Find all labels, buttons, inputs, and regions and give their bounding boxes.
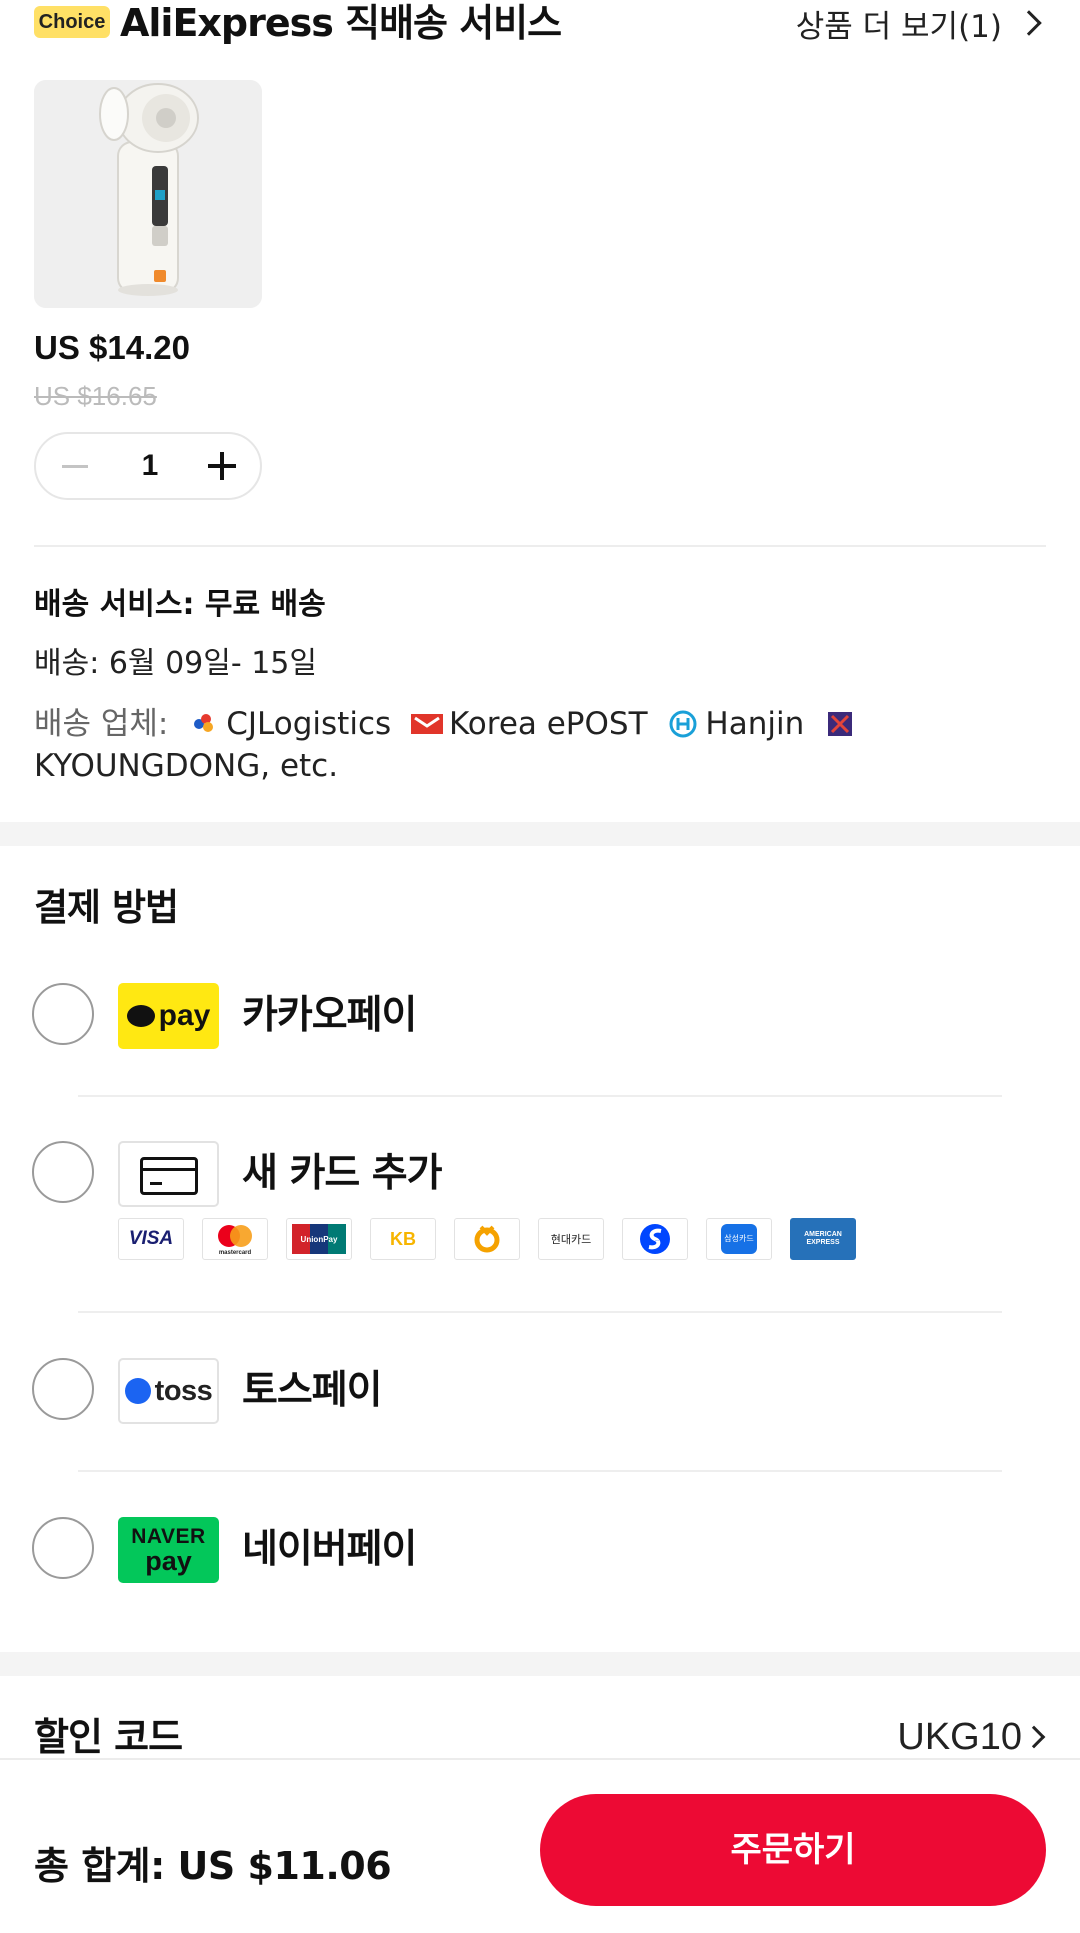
- chevron-right-icon: [1022, 1725, 1046, 1749]
- section-separator: [0, 1652, 1080, 1676]
- place-order-button[interactable]: 주문하기: [540, 1794, 1046, 1906]
- shipping-service-value: 무료 배송: [204, 587, 326, 622]
- more-products-link[interactable]: 상품 더 보기(1): [796, 0, 1046, 46]
- more-products-label: 상품 더 보기(1): [795, 8, 1002, 45]
- divider: [78, 1470, 1002, 1472]
- kakaopay-logo: pay: [118, 983, 219, 1049]
- payment-method-title: 결제 방법: [34, 886, 179, 929]
- carrier-name: Hanjin: [705, 706, 805, 742]
- naverpay-logo-line2: pay: [145, 1545, 192, 1576]
- kakaopay-label: 카카오페이: [242, 993, 417, 1038]
- quantity-value: 1: [141, 449, 159, 482]
- carriers-more: KYOUNGDONG, etc.: [34, 748, 339, 784]
- kakaopay-logo-text: pay: [158, 999, 211, 1032]
- unionpay-icon: UnionPay: [286, 1218, 352, 1260]
- divider: [78, 1095, 1002, 1097]
- decrease-quantity-button[interactable]: [54, 448, 94, 484]
- amex-icon: AMERICAN EXPRESS: [790, 1218, 856, 1260]
- handheld-fan-image: [34, 80, 262, 308]
- product-image[interactable]: [34, 80, 262, 308]
- naverpay-logo: NAVER pay: [118, 1517, 219, 1583]
- hyundai-card-icon: 현대카드: [538, 1218, 604, 1260]
- carriers-label: 배송 업체:: [34, 706, 169, 742]
- kakao-bubble-icon: [126, 1005, 155, 1027]
- shipping-service-label: 배송 서비스:: [34, 587, 195, 622]
- carrier-name: CJLogistics: [226, 706, 392, 742]
- delivery-date: 배송: 6월 09일- 15일: [34, 646, 317, 681]
- naverpay-radio[interactable]: [32, 1517, 94, 1579]
- kb-card-icon: KB: [370, 1218, 436, 1260]
- naverpay-logo-line1: NAVER: [131, 1524, 206, 1548]
- carriers-info: 배송 업체: CJLogistics Korea ePOST Hanjin KY…: [34, 703, 1046, 787]
- total-label: 총 합계:: [34, 1844, 165, 1888]
- toss-mark-icon: [124, 1378, 151, 1404]
- tosspay-logo: toss: [118, 1358, 219, 1424]
- tosspay-logo-text: toss: [154, 1374, 213, 1407]
- nh-card-text: NH: [487, 1243, 489, 1245]
- tosspay-radio[interactable]: [32, 1358, 94, 1420]
- store-header: Choice AliExpress 직배송 서비스 상품 더 보기(1): [34, 0, 1046, 46]
- hanjin-icon: [669, 710, 697, 738]
- tosspay-label: 토스페이: [242, 1368, 383, 1413]
- card-brand-list: VISA mastercard UnionPay KB NH 현대카드 Shin…: [118, 1218, 874, 1260]
- samsung-card-text: 삼성카드: [721, 1224, 757, 1254]
- new-card-radio[interactable]: [32, 1141, 94, 1203]
- product-original-price: US $16.65: [34, 381, 157, 411]
- naverpay-label: 네이버페이: [242, 1527, 417, 1572]
- increase-quantity-button[interactable]: [202, 448, 242, 484]
- divider: [34, 545, 1046, 547]
- order-total: 총 합계: US $11.06: [34, 1843, 392, 1889]
- nh-card-icon: NH: [454, 1218, 520, 1260]
- kyoungdong-icon: [828, 712, 853, 736]
- carrier-name: Korea ePOST: [449, 706, 648, 742]
- visa-icon: VISA: [118, 1218, 184, 1260]
- shipping-service: 배송 서비스: 무료 배송: [34, 585, 326, 625]
- new-card-label: 새 카드 추가: [242, 1151, 443, 1196]
- store-title: AliExpress 직배송 서비스: [120, 1, 562, 45]
- choice-badge: Choice: [34, 6, 110, 38]
- section-separator: [0, 822, 1080, 846]
- product-price: US $14.20: [34, 329, 190, 366]
- samsung-card-icon: 삼성카드: [706, 1218, 772, 1260]
- korea-post-icon: [411, 714, 443, 734]
- shinhan-card-icon: Shinhan: [622, 1218, 688, 1260]
- divider: [78, 1311, 1002, 1313]
- cj-logistics-icon: [194, 714, 214, 732]
- chevron-right-icon: [1016, 10, 1042, 36]
- unionpay-text: UnionPay: [301, 1235, 338, 1244]
- quantity-stepper: 1: [34, 432, 262, 500]
- mastercard-icon: mastercard: [202, 1218, 268, 1260]
- credit-card-icon: [118, 1141, 219, 1207]
- mastercard-text: mastercard: [219, 1250, 252, 1256]
- discount-code-value: UKG10: [897, 1716, 1022, 1758]
- shinhan-card-text: Shinhan: [655, 1240, 659, 1242]
- kakaopay-radio[interactable]: [32, 983, 94, 1045]
- discount-code-label: 할인 코드: [34, 1715, 183, 1759]
- total-value: US $11.06: [177, 1844, 392, 1888]
- checkout-bar: 총 합계: US $11.06 주문하기: [0, 1758, 1080, 1933]
